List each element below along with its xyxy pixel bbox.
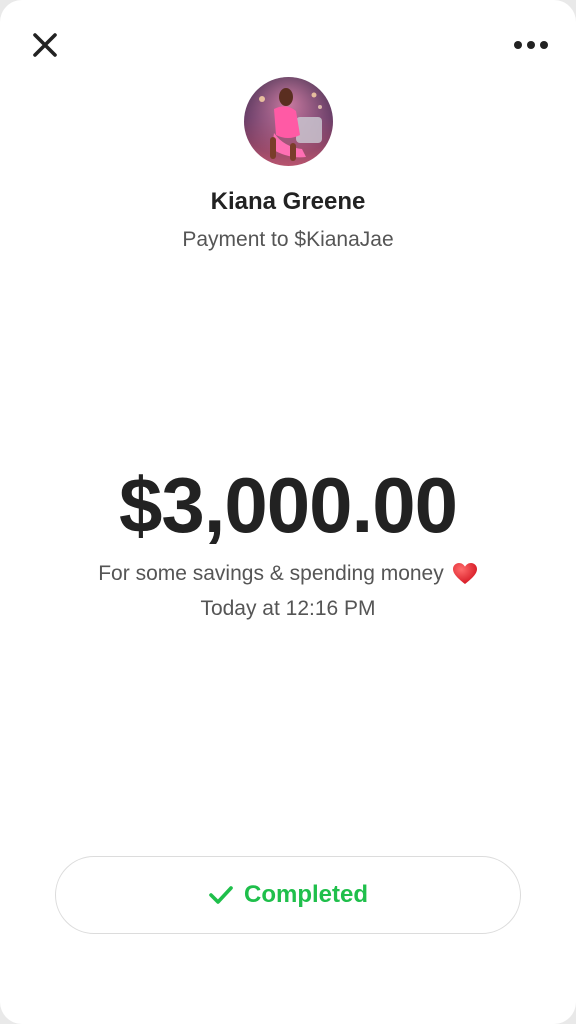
payment-note-text: For some savings & spending money <box>98 562 444 585</box>
recipient-name: Kiana Greene <box>210 188 366 215</box>
status-label: Completed <box>243 881 368 908</box>
status-badge[interactable]: Completed <box>55 856 521 934</box>
avatar-photo <box>244 77 333 166</box>
payment-note: For some savings & spending money <box>0 562 576 586</box>
avatar[interactable] <box>244 77 333 166</box>
close-button[interactable] <box>26 26 64 64</box>
checkmark-icon <box>208 884 234 906</box>
payment-detail-screen: Kiana Greene Payment to $KianaJae $3,000… <box>0 0 576 1024</box>
payment-timestamp: Today at 12:16 PM <box>200 597 376 620</box>
payment-amount: $3,000.00 <box>118 461 458 549</box>
recipient-cashtag: Payment to $KianaJae <box>182 228 394 251</box>
close-icon <box>33 33 57 57</box>
red-heart-icon <box>452 562 478 586</box>
more-options-button[interactable] <box>508 30 554 60</box>
more-options-icon <box>514 41 548 49</box>
